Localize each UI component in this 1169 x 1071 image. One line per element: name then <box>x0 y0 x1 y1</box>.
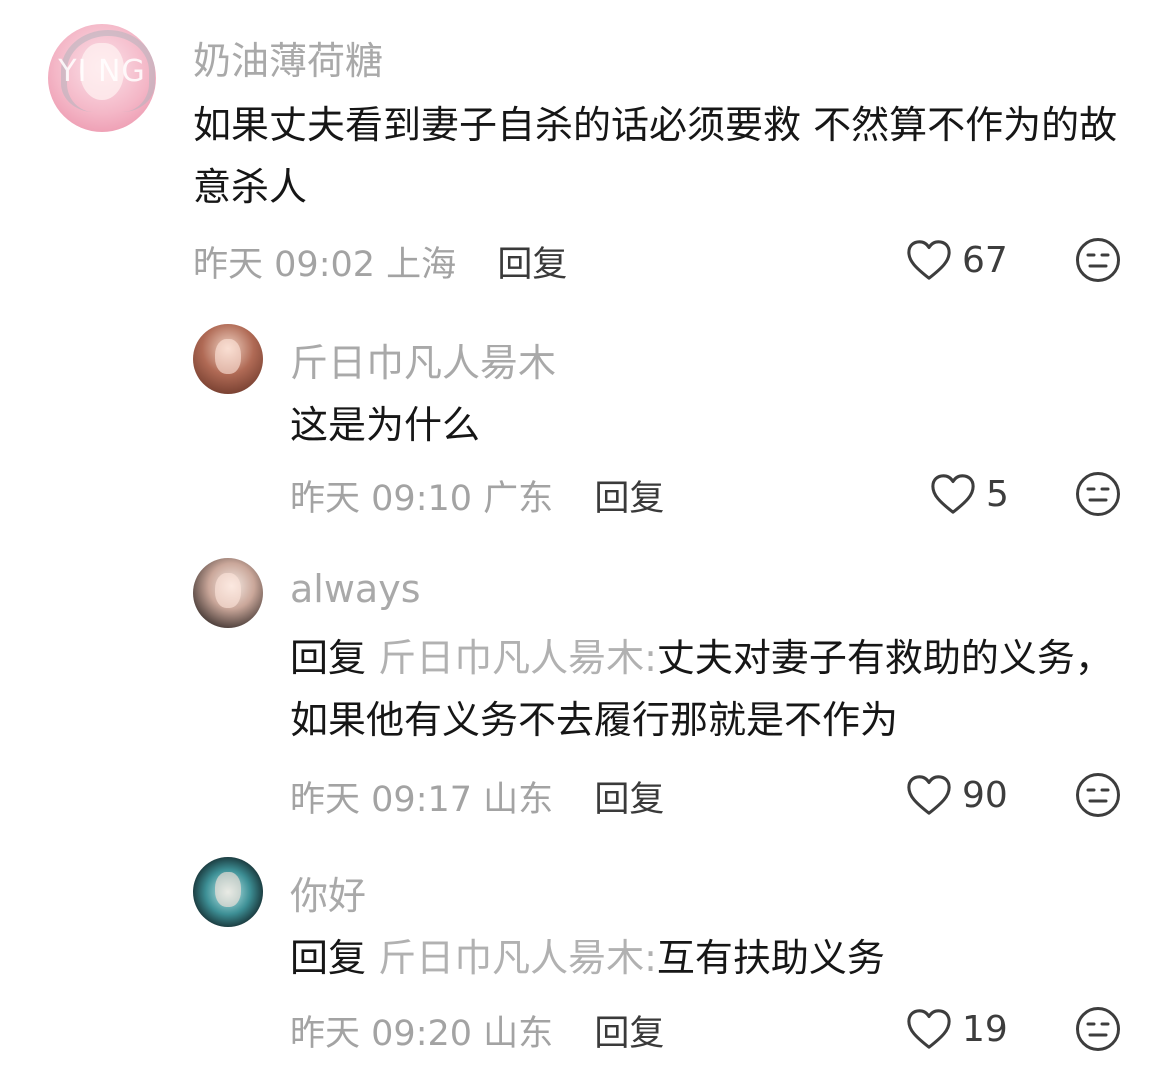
avatar[interactable]: YI NG <box>48 24 156 132</box>
like-button[interactable]: 19 <box>906 1007 1008 1051</box>
comment-text: 这是为什么 <box>290 403 481 447</box>
reply-button[interactable]: 回复 <box>594 479 664 519</box>
heart-outline-icon <box>907 1009 951 1049</box>
reply-item: 你好 回复 斤日巾凡人昜木:互有扶助义务 昨天 09:20 山东 回复 19 <box>0 855 1169 1071</box>
heart-outline-icon <box>931 474 975 514</box>
reply-body: 互有扶助义务 <box>656 936 885 980</box>
comment-location: 山东 <box>483 1014 554 1054</box>
avatar-face <box>215 573 241 609</box>
comment-location: 广东 <box>483 479 554 519</box>
meh-face-icon[interactable] <box>1075 471 1121 517</box>
comment-meta: 昨天 09:02 上海 回复 <box>193 236 567 287</box>
comment-meta: 昨天 09:20 山东 回复 <box>290 1005 664 1056</box>
reply-target-user[interactable]: 斤日巾凡人昜木: <box>378 636 657 680</box>
avatar-face <box>215 872 241 908</box>
avatar[interactable] <box>193 324 263 394</box>
comment-item: YI NG 奶油薄荷糖 如果丈夫看到妻子自杀的话必须要救 不然算不作为的故意杀人… <box>0 0 1169 300</box>
username[interactable]: 你好 <box>290 865 366 920</box>
comment-time: 09:17 <box>371 780 473 820</box>
comment-time: 09:20 <box>371 1014 473 1054</box>
reply-item: always 回复 斤日巾凡人昜木:丈夫对妻子有救助的义务，如果他有义务不去履行… <box>0 555 1169 845</box>
comment-meta: 昨天 09:17 山东 回复 <box>290 771 664 822</box>
heart-outline-icon <box>907 240 951 280</box>
avatar-face <box>215 339 241 375</box>
comment-date: 昨天 <box>290 1014 361 1054</box>
comment-text: 回复 斤日巾凡人昜木:丈夫对妻子有救助的义务，如果他有义务不去履行那就是不作为 <box>290 627 1120 751</box>
username[interactable]: 斤日巾凡人昜木 <box>290 332 556 387</box>
comment-text: 如果丈夫看到妻子自杀的话必须要救 不然算不作为的故意杀人 <box>193 103 1118 209</box>
like-count: 19 <box>962 1008 1008 1050</box>
comment-date: 昨天 <box>290 479 361 519</box>
avatar[interactable] <box>193 558 263 628</box>
meh-face-icon[interactable] <box>1075 1006 1121 1052</box>
reply-button[interactable]: 回复 <box>594 1014 664 1054</box>
like-button[interactable]: 90 <box>906 773 1008 817</box>
like-button[interactable]: 5 <box>930 472 1009 516</box>
heart-outline-icon <box>907 775 951 815</box>
meh-face-icon[interactable] <box>1075 772 1121 818</box>
like-count: 67 <box>962 239 1008 281</box>
comment-date: 昨天 <box>193 245 264 285</box>
like-count: 5 <box>986 473 1009 515</box>
like-button[interactable]: 67 <box>906 238 1008 282</box>
comment-text: 回复 斤日巾凡人昜木:互有扶助义务 <box>290 927 1120 989</box>
reply-button[interactable]: 回复 <box>594 780 664 820</box>
comment-location: 上海 <box>386 245 457 285</box>
comment-time: 09:02 <box>274 245 376 285</box>
comment-time: 09:10 <box>371 479 473 519</box>
reply-target-user[interactable]: 斤日巾凡人昜木: <box>378 936 657 980</box>
comment-meta: 昨天 09:10 广东 回复 <box>290 470 664 521</box>
avatar[interactable] <box>193 857 263 927</box>
comment-date: 昨天 <box>290 780 361 820</box>
like-count: 90 <box>962 774 1008 816</box>
username[interactable]: always <box>290 567 421 611</box>
username[interactable]: 奶油薄荷糖 <box>193 30 383 85</box>
reply-prefix: 回复 <box>290 636 367 680</box>
reply-button[interactable]: 回复 <box>497 245 567 285</box>
avatar-letters: YI NG <box>58 54 146 89</box>
reply-prefix: 回复 <box>290 936 367 980</box>
reply-item: 斤日巾凡人昜木 这是为什么 昨天 09:10 广东 回复 5 <box>0 320 1169 540</box>
meh-face-icon[interactable] <box>1075 237 1121 283</box>
comment-location: 山东 <box>483 780 554 820</box>
